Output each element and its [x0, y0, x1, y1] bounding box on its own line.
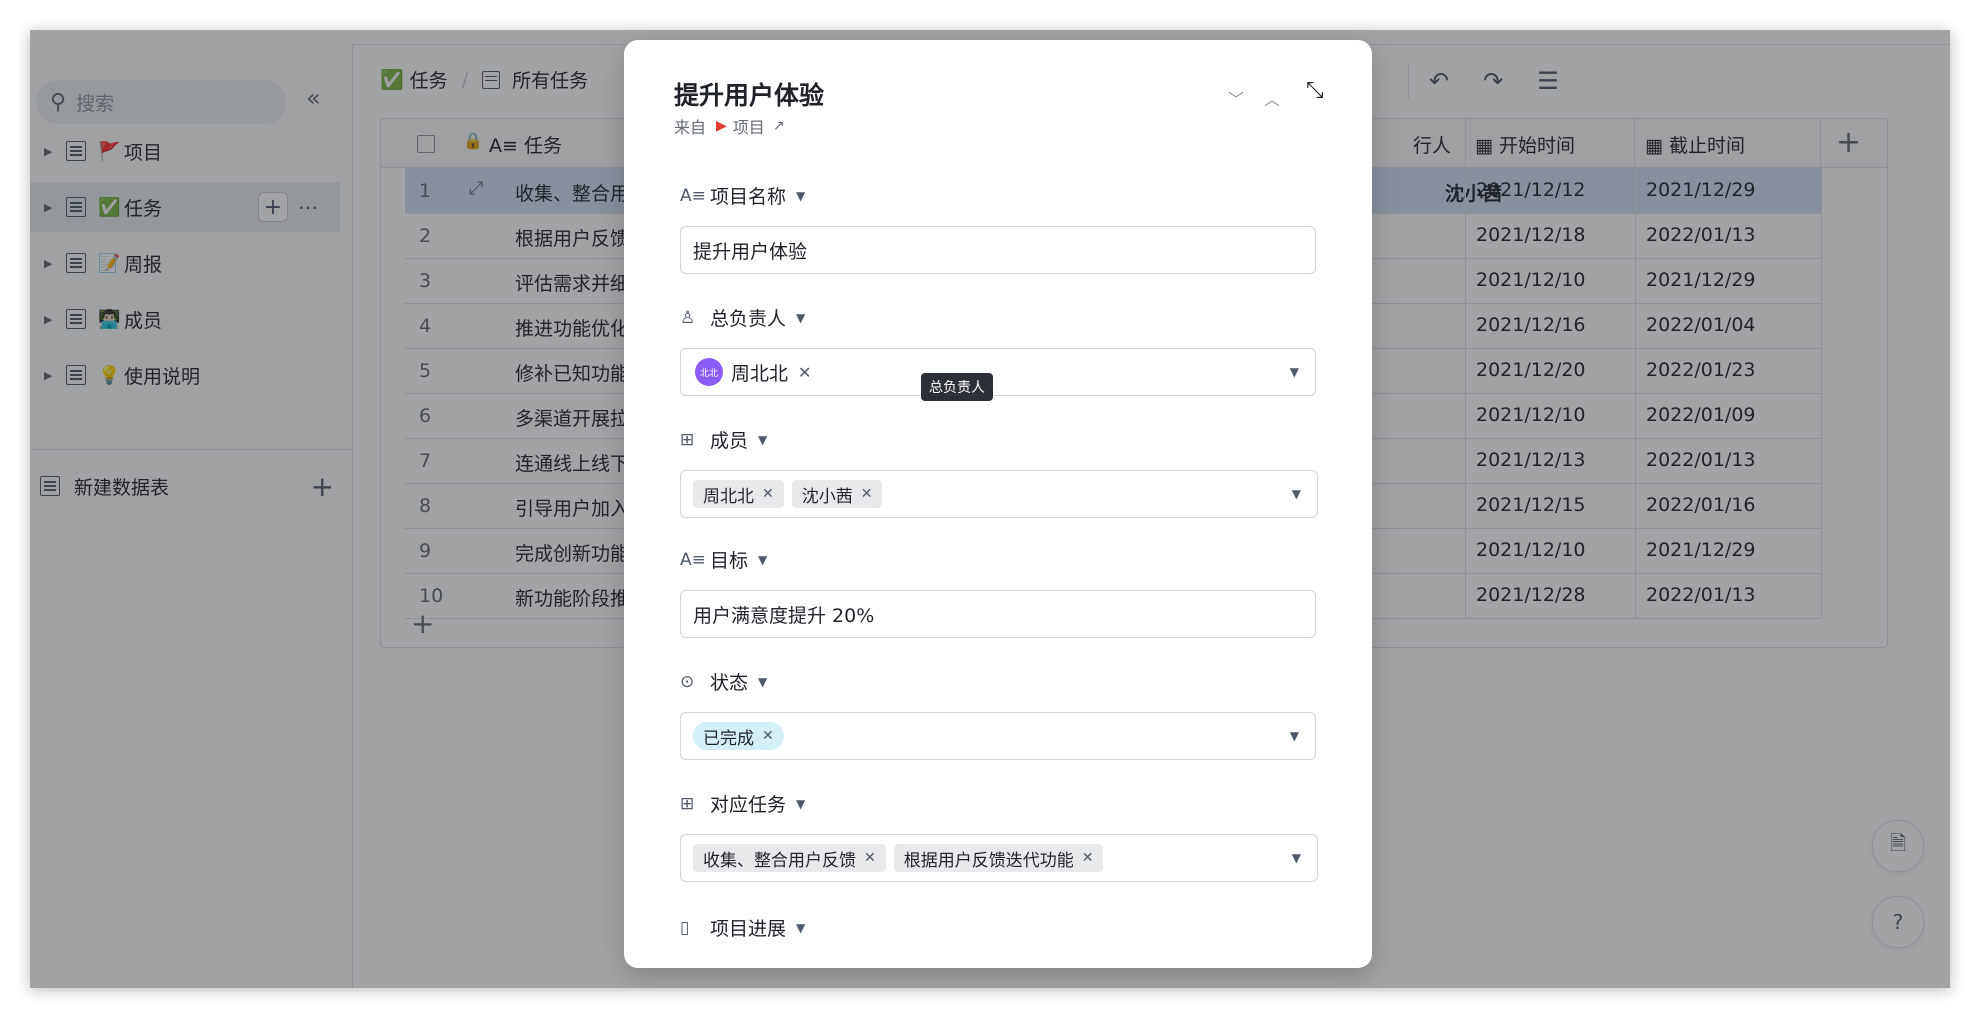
record-title: 提升用户体验 — [674, 81, 825, 110]
status-field[interactable]: 已完成 ✕ ▼ — [680, 712, 1316, 760]
task-chip[interactable]: 收集、整合用户反馈 ✕ — [693, 844, 886, 872]
field-status-label[interactable]: ⊙ 状态 ▼ — [680, 668, 767, 695]
label-text: 项目名称 — [710, 186, 787, 208]
link-field-icon: ⊞ — [680, 429, 695, 450]
next-record-icon[interactable]: ﹀ — [1228, 86, 1244, 110]
remove-icon[interactable]: ✕ — [762, 728, 774, 744]
select-field-icon: ⊙ — [680, 671, 695, 692]
name-value: 提升用户体验 — [693, 240, 808, 263]
text-field-icon: A≡ — [680, 185, 706, 206]
caret-down-icon[interactable]: ▼ — [796, 797, 805, 811]
remove-icon[interactable]: ✕ — [1082, 850, 1094, 866]
dropdown-icon[interactable]: ▼ — [1292, 487, 1301, 501]
status-badge[interactable]: 已完成 ✕ — [693, 722, 784, 750]
chip-text: 收集、整合用户反馈 — [703, 850, 856, 871]
label-text: 对应任务 — [710, 794, 787, 816]
source-table-link[interactable]: 项目 — [733, 114, 765, 138]
owner-value: 周北北 — [731, 362, 789, 385]
app-window: ⚲ 搜索 « ▶ 🚩 项目 ▶ ✅ 任务 + ⋯ ▶ 📝 周报 ▶ — [30, 30, 1950, 988]
caret-down-icon[interactable]: ▼ — [758, 675, 767, 689]
external-link-icon[interactable]: ↗ — [773, 118, 785, 134]
text-field-icon: A≡ — [680, 549, 706, 570]
field-progress-label[interactable]: ▯ 项目进展 ▼ — [680, 914, 805, 941]
field-goal-label[interactable]: A≡ 目标 ▼ — [680, 546, 767, 573]
caret-down-icon[interactable]: ▼ — [796, 189, 805, 203]
dropdown-icon[interactable]: ▼ — [1290, 365, 1299, 379]
link-field-icon: ⊞ — [680, 793, 695, 814]
avatar: 北北 — [695, 358, 723, 386]
caret-down-icon[interactable]: ▼ — [758, 433, 767, 447]
tasks-field[interactable]: 收集、整合用户反馈 ✕ 根据用户反馈迭代功能 ✕ ▼ — [680, 834, 1318, 882]
remove-icon[interactable]: ✕ — [762, 486, 774, 502]
dropdown-icon[interactable]: ▼ — [1290, 729, 1299, 743]
name-field[interactable]: 提升用户体验 — [680, 226, 1316, 274]
person-icon: ♙ — [680, 307, 696, 328]
goal-field[interactable]: 用户满意度提升 20% — [680, 590, 1316, 638]
record-nav: ﹀ ︿ — [1228, 86, 1300, 110]
field-members-label[interactable]: ⊞ 成员 ▼ — [680, 426, 767, 453]
field-name-label[interactable]: A≡ 项目名称 ▼ — [680, 182, 805, 209]
remove-icon[interactable]: ✕ — [861, 486, 873, 502]
caret-down-icon[interactable]: ▼ — [758, 553, 767, 567]
field-tasks-label[interactable]: ⊞ 对应任务 ▼ — [680, 790, 805, 817]
label-text: 总负责人 — [710, 308, 787, 330]
remove-icon[interactable]: ✕ — [798, 363, 811, 382]
caret-down-icon[interactable]: ▼ — [796, 311, 805, 325]
chip-text: 沈小茜 — [801, 486, 853, 507]
flag-icon: ▶ — [716, 118, 727, 134]
shrink-icon[interactable]: ⤡ — [1306, 78, 1324, 103]
goal-value: 用户满意度提升 20% — [693, 604, 875, 627]
member-chip[interactable]: 周北北 ✕ — [693, 480, 784, 508]
member-chip[interactable]: 沈小茜 ✕ — [791, 480, 883, 508]
owner-field[interactable]: 北北 周北北 ✕ ▼ — [680, 348, 1316, 396]
dropdown-icon[interactable]: ▼ — [1292, 851, 1301, 865]
label-text: 状态 — [710, 672, 749, 694]
remove-icon[interactable]: ✕ — [864, 850, 876, 866]
chip-text: 已完成 — [703, 728, 754, 749]
source-prefix: 来自 — [674, 118, 707, 137]
progress-field-icon: ▯ — [680, 917, 690, 938]
record-detail-modal: 提升用户体验 来自 ▶ 项目 ↗ ﹀ ︿ ⤡ A≡ 项目名称 ▼ 提升用户体验 … — [624, 40, 1372, 968]
chip-text: 根据用户反馈迭代功能 — [903, 850, 1074, 871]
label-text: 项目进展 — [710, 918, 787, 940]
label-text: 目标 — [710, 550, 749, 572]
tooltip: 总负责人 — [921, 373, 993, 401]
label-text: 成员 — [710, 430, 749, 452]
task-chip[interactable]: 根据用户反馈迭代功能 ✕ — [893, 844, 1104, 872]
field-owner-label[interactable]: ♙ 总负责人 ▼ — [680, 304, 805, 331]
caret-down-icon[interactable]: ▼ — [796, 921, 805, 935]
members-field[interactable]: 周北北 ✕ 沈小茜 ✕ ▼ — [680, 470, 1318, 518]
prev-record-icon[interactable]: ︿ — [1264, 86, 1280, 110]
chip-text: 周北北 — [703, 486, 754, 507]
record-source: 来自 ▶ 项目 ↗ — [674, 114, 785, 138]
